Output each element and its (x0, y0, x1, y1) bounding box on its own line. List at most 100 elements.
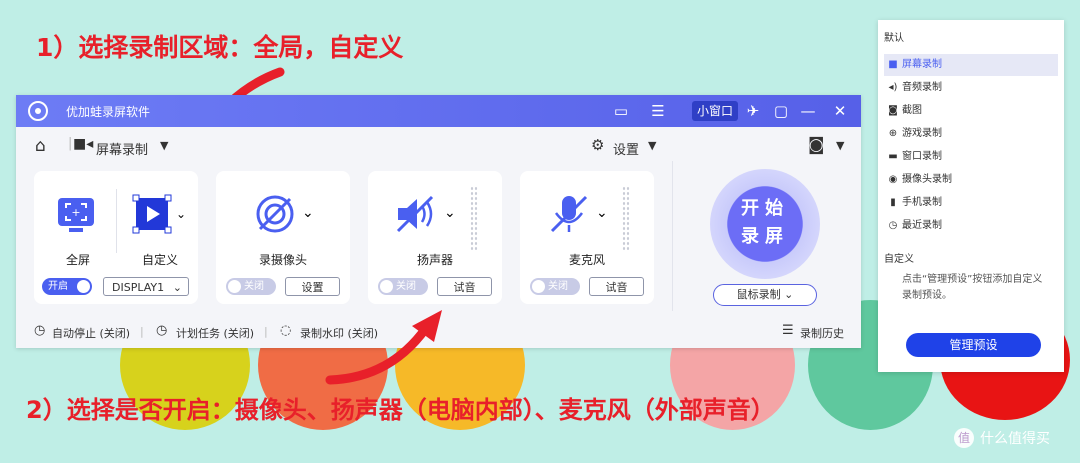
camera-card: ⌄ 录摄像头 关闭 设置 (216, 171, 350, 304)
annotation-step-1: 1）选择录制区域：全局，自定义 (36, 33, 404, 62)
feedback-icon[interactable]: ▭ (611, 101, 631, 121)
clock-icon: ◷ (888, 220, 898, 231)
restore-icon[interactable]: ▢ (771, 101, 791, 121)
divider (116, 189, 117, 253)
chevron-down-icon[interactable]: ⌄ (302, 205, 314, 221)
custom-label: 自定义 (142, 253, 179, 267)
panel-item-recent-record[interactable]: ◷ 最近录制 (884, 215, 1058, 237)
title-bar: 优加蛙录屏软件 ▭ ☰ 小窗口 ✈ ▢ — ✕ (16, 95, 861, 127)
list-icon: ☰ (782, 323, 794, 338)
watermark-text: 什么值得买 (980, 431, 1050, 447)
schedule-icon: ◷ (156, 323, 168, 338)
mouse-record-select[interactable]: 鼠标录制 ⌄ (713, 284, 817, 306)
panel-item-screenshot[interactable]: ◙ 截图 (884, 100, 1058, 122)
panel-item-screen-record[interactable]: ■ 屏幕录制 (884, 54, 1058, 76)
pin-icon[interactable]: ✈ (743, 101, 763, 121)
start-record-button[interactable]: 开始 录屏 (710, 169, 820, 279)
speaker-off-icon[interactable] (394, 193, 438, 235)
panel-item-label: 音频录制 (902, 82, 942, 93)
display-select[interactable]: DISPLAY1 ⌄ (103, 277, 189, 296)
phone-icon: ▮ (890, 197, 896, 208)
microphone-label: 麦克风 (568, 253, 605, 267)
toolbar: ⌂ | ■◂ 屏幕录制 ▼ ⚙ 设置 ▼ ◙ ▼ (16, 131, 861, 161)
app-title: 优加蛙录屏软件 (66, 105, 151, 119)
panel-default-header: 默认 (884, 33, 904, 44)
volume-meter (622, 186, 630, 250)
mode-dropdown-panel: 默认 ■ 屏幕录制 ◂) 音频录制 ◙ 截图 ⊕ 游戏录制 ▬ 窗口录制 ◉ 摄像头录制 ▮… (878, 20, 1064, 372)
chevron-down-icon[interactable]: ▼ (836, 139, 844, 152)
panel-item-label: 最近录制 (902, 220, 942, 231)
webcam-off-icon[interactable] (254, 193, 296, 235)
settings-button[interactable]: 设置 (613, 139, 639, 158)
chevron-down-icon: ⌄ (784, 288, 794, 301)
svg-text:+: + (71, 206, 80, 219)
minimize-icon[interactable]: — (798, 101, 818, 121)
region-card: + ⌄ 全屏 自定义 开启 DISPLAY1 ⌄ (34, 171, 198, 304)
panel-custom-hint: 点击“管理预设”按钮添加自定义录制预设。 (902, 274, 1043, 301)
speaker-toggle[interactable]: 关闭 (378, 278, 428, 295)
home-icon[interactable]: ⌂ (35, 136, 46, 156)
panel-item-label: 摄像头录制 (902, 174, 952, 185)
clock-icon: ◷ (34, 323, 46, 338)
camera-toggle[interactable]: 关闭 (226, 278, 276, 295)
chevron-down-icon[interactable]: ▼ (648, 139, 656, 152)
water-drop-icon: ◌ (280, 323, 292, 338)
watermark-logo-icon: 值 (954, 428, 974, 448)
panel-item-label: 屏幕录制 (902, 59, 942, 70)
mode-dropdown[interactable]: 屏幕录制 (96, 139, 148, 158)
chevron-down-icon[interactable]: ⌄ (176, 207, 186, 221)
speaker-label: 扬声器 (416, 253, 453, 267)
custom-region-icon[interactable] (132, 193, 172, 235)
panel-item-window-record[interactable]: ▬ 窗口录制 (884, 146, 1058, 168)
chevron-down-icon[interactable]: ⌄ (596, 205, 608, 221)
panel-item-label: 窗口录制 (902, 151, 942, 162)
annotation-step-2: 2）选择是否开启：摄像头、扬声器（电脑内部）、麦克风（外部声音） (26, 396, 775, 424)
start-record-line2: 录屏 (741, 226, 789, 247)
window-icon: ▬ (888, 151, 898, 162)
divider: | (264, 325, 268, 338)
mouse-record-value: 鼠标录制 (736, 288, 781, 301)
annotation-arrow-2 (325, 310, 442, 385)
microphone-off-icon[interactable] (548, 193, 590, 235)
display-toggle[interactable]: 开启 (42, 278, 92, 295)
panel-item-label: 截图 (902, 105, 922, 116)
panel-item-game-record[interactable]: ⊕ 游戏录制 (884, 123, 1058, 145)
panel-item-webcam-record[interactable]: ◉ 摄像头录制 (884, 169, 1058, 191)
speaker-icon: ◂) (888, 82, 898, 93)
divider: | (68, 136, 73, 151)
mini-window-button[interactable]: 小窗口 (692, 101, 739, 121)
camera-label: 录摄像头 (258, 253, 307, 267)
menu-icon[interactable]: ☰ (648, 101, 668, 121)
camera-settings-button[interactable]: 设置 (285, 277, 340, 296)
panel-item-audio-record[interactable]: ◂) 音频录制 (884, 77, 1058, 99)
manage-preset-button[interactable]: 管理预设 (906, 333, 1041, 357)
fullscreen-icon[interactable]: + (55, 193, 97, 235)
panel-item-label: 手机录制 (902, 197, 942, 208)
fullscreen-label: 全屏 (66, 253, 91, 267)
panel-item-phone-record[interactable]: ▮ 手机录制 (884, 192, 1058, 214)
chevron-down-icon[interactable]: ⌄ (444, 205, 456, 221)
chevron-down-icon[interactable]: ▼ (160, 139, 168, 152)
video-icon: ■ (888, 59, 898, 70)
panel-item-label: 游戏录制 (902, 128, 942, 139)
camera-icon: ◙ (888, 105, 898, 116)
screenshot-camera-icon[interactable]: ◙ (808, 135, 825, 155)
divider (672, 161, 673, 311)
webcam-icon: ◉ (888, 174, 898, 185)
chevron-down-icon: ⌄ (172, 281, 182, 294)
gear-icon[interactable]: ⚙ (591, 136, 604, 154)
start-record-line1: 开始 (741, 198, 789, 219)
speaker-test-button[interactable]: 试音 (437, 277, 492, 296)
video-camera-icon: ■◂ (73, 136, 94, 152)
schedule-task-button[interactable]: 计划任务 (关闭) (176, 325, 254, 341)
close-icon[interactable]: ✕ (830, 101, 850, 121)
microphone-test-button[interactable]: 试音 (589, 277, 644, 296)
panel-custom-header: 自定义 (884, 254, 914, 265)
auto-stop-button[interactable]: 自动停止 (关闭) (52, 325, 130, 341)
volume-meter (470, 186, 478, 250)
record-history-button[interactable]: 录制历史 (800, 325, 844, 341)
display-select-value: DISPLAY1 (112, 281, 165, 294)
gamepad-icon: ⊕ (888, 128, 898, 139)
microphone-toggle[interactable]: 关闭 (530, 278, 580, 295)
app-logo-icon (28, 101, 48, 121)
